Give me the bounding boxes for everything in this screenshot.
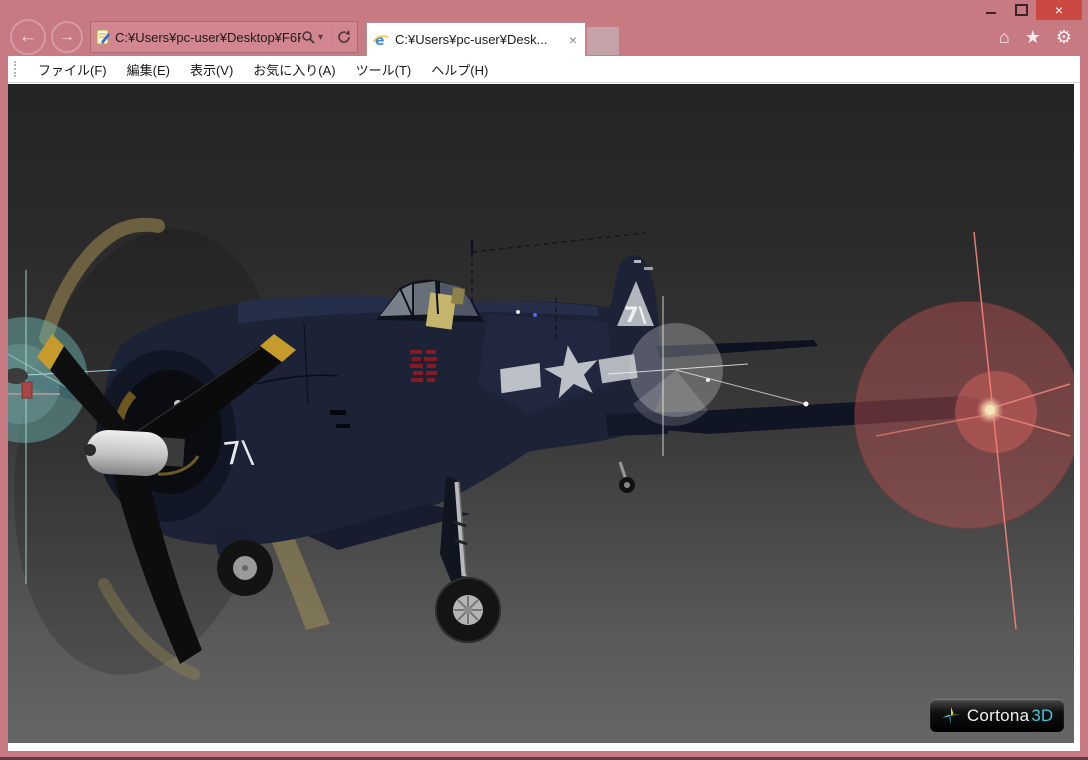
navigation-bar: ← → C:¥Users¥pc-user¥Desktop¥F6F- ▾	[8, 18, 1080, 56]
cortona3d-logo[interactable]: Cortona 3D	[929, 698, 1065, 733]
page-content: 7\ 7\	[8, 83, 1080, 751]
tail-number: 7\	[624, 303, 647, 327]
close-button[interactable]: ×	[1036, 0, 1082, 20]
command-icons: ⌂ ★ ⚙	[999, 28, 1080, 46]
settings-gear-icon[interactable]: ⚙	[1056, 28, 1072, 46]
refresh-icon[interactable]	[336, 29, 352, 45]
address-input[interactable]: C:¥Users¥pc-user¥Desktop¥F6F-	[115, 30, 301, 45]
spinner	[85, 429, 169, 477]
minimize-button[interactable]	[976, 0, 1006, 20]
minimize-icon	[986, 12, 996, 14]
cortona3d-viewport[interactable]: 7\ 7\	[8, 84, 1074, 743]
maximize-icon	[1015, 4, 1028, 16]
tab-title: C:¥Users¥pc-user¥Desk...	[395, 32, 567, 47]
menu-bar: ファイル(F) 編集(E) 表示(V) お気に入り(A) ツール(T) ヘルプ(…	[8, 56, 1080, 83]
forward-button[interactable]: →	[51, 21, 83, 53]
html-file-icon	[96, 29, 110, 45]
nose-number: 7\	[221, 434, 255, 473]
menu-file[interactable]: ファイル(F)	[28, 60, 117, 79]
forward-icon: →	[59, 28, 75, 46]
home-icon[interactable]: ⌂	[999, 28, 1010, 46]
new-tab-button[interactable]	[587, 27, 619, 55]
right-light-manipulator[interactable]	[855, 232, 1074, 629]
favorites-star-icon[interactable]: ★	[1025, 28, 1041, 46]
menu-edit[interactable]: 編集(E)	[117, 60, 180, 79]
back-button[interactable]: ←	[10, 19, 46, 55]
browser-tab[interactable]: e C:¥Users¥pc-user¥Desk... ×	[366, 22, 586, 56]
red-marker	[22, 382, 32, 398]
browser-window: × ← → C:¥Users¥pc-user¥Desktop¥F6F- ▾	[0, 0, 1088, 760]
tab-close-icon[interactable]: ×	[567, 32, 579, 48]
maximize-button[interactable]	[1006, 0, 1036, 20]
menu-tools[interactable]: ツール(T)	[346, 60, 422, 79]
menu-view[interactable]: 表示(V)	[180, 60, 243, 79]
logo-accent-text: 3D	[1031, 706, 1053, 726]
menubar-grip	[14, 61, 20, 77]
back-icon: ←	[19, 26, 38, 48]
close-icon: ×	[1055, 2, 1063, 18]
address-divider	[331, 27, 332, 47]
3d-scene: 7\ 7\	[8, 84, 1074, 743]
logo-text: Cortona	[967, 706, 1030, 726]
menu-favorites[interactable]: お気に入り(A)	[243, 60, 345, 79]
search-icon[interactable]	[301, 30, 316, 45]
window-controls: ×	[976, 0, 1082, 20]
address-dropdown-icon[interactable]: ▾	[318, 32, 323, 43]
menu-help[interactable]: ヘルプ(H)	[421, 60, 498, 79]
ie-favicon: e	[373, 32, 389, 48]
cortona-star-icon	[941, 706, 961, 726]
address-bar[interactable]: C:¥Users¥pc-user¥Desktop¥F6F- ▾	[90, 21, 358, 53]
